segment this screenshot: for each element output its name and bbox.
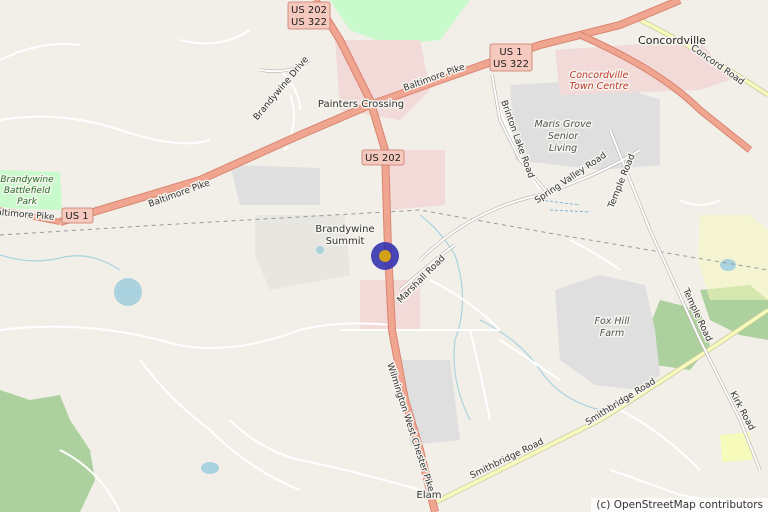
label-brandywine-summit-2: Summit	[326, 236, 365, 247]
label-brandywine-summit-1: Brandywine	[315, 224, 374, 235]
label-baltimore-pike-west: Baltimore Pike	[0, 207, 55, 223]
campus-area	[698, 215, 768, 300]
label-maris-grove-1: Maris Grove	[534, 119, 591, 130]
label-battlefield-park-3: Park	[17, 197, 38, 207]
shield-text-us322-north: US 322	[291, 17, 327, 28]
label-brandywine-drive: Brandywine Drive	[252, 54, 311, 122]
forest-area-southwest	[0, 390, 95, 512]
map-attribution[interactable]: (c) OpenStreetMap contributors	[591, 498, 768, 512]
shield-us1-us322-east: US 1 US 322	[489, 43, 533, 72]
label-maris-grove-2: Senior	[548, 131, 579, 142]
pond-west	[114, 278, 142, 306]
map-canvas[interactable]: Concordville Painters Crossing Brandywin…	[0, 0, 768, 512]
label-battlefield-park-2: Battlefield	[4, 186, 51, 196]
label-concordville-centre-2: Town Centre	[569, 81, 628, 92]
label-fox-hill-1: Fox Hill	[595, 316, 630, 327]
label-fox-hill-2: Farm	[600, 328, 624, 339]
shield-text-us1-west: US 1	[65, 211, 88, 222]
west-residential	[230, 165, 320, 205]
map-layer: Concordville Painters Crossing Brandywin…	[0, 0, 768, 512]
shield-us1-west: US 1	[61, 207, 94, 224]
golf-course-area	[330, 0, 470, 45]
label-concordville-centre-1: Concordville	[570, 70, 629, 81]
shield-us202-center: US 202	[361, 149, 405, 166]
shield-us202-us322-north: US 202 US 322	[287, 1, 331, 30]
shield-text-us202-center: US 202	[365, 153, 401, 164]
pond-southwest	[201, 462, 219, 474]
label-smithbridge-road-west: Smithbridge Road	[469, 437, 546, 481]
location-marker[interactable]	[371, 242, 399, 270]
label-battlefield-park-1: Brandywine	[0, 175, 54, 185]
pond-summit	[316, 246, 324, 254]
shield-text-us322-east: US 322	[493, 59, 529, 70]
label-maris-grove-3: Living	[549, 143, 577, 154]
label-painters-crossing: Painters Crossing	[318, 99, 404, 110]
pond-east	[720, 259, 736, 271]
shield-text-us202-north: US 202	[291, 5, 327, 16]
shield-text-us1-east: US 1	[499, 47, 522, 58]
label-marshall-road: Marshall Road	[396, 254, 448, 306]
